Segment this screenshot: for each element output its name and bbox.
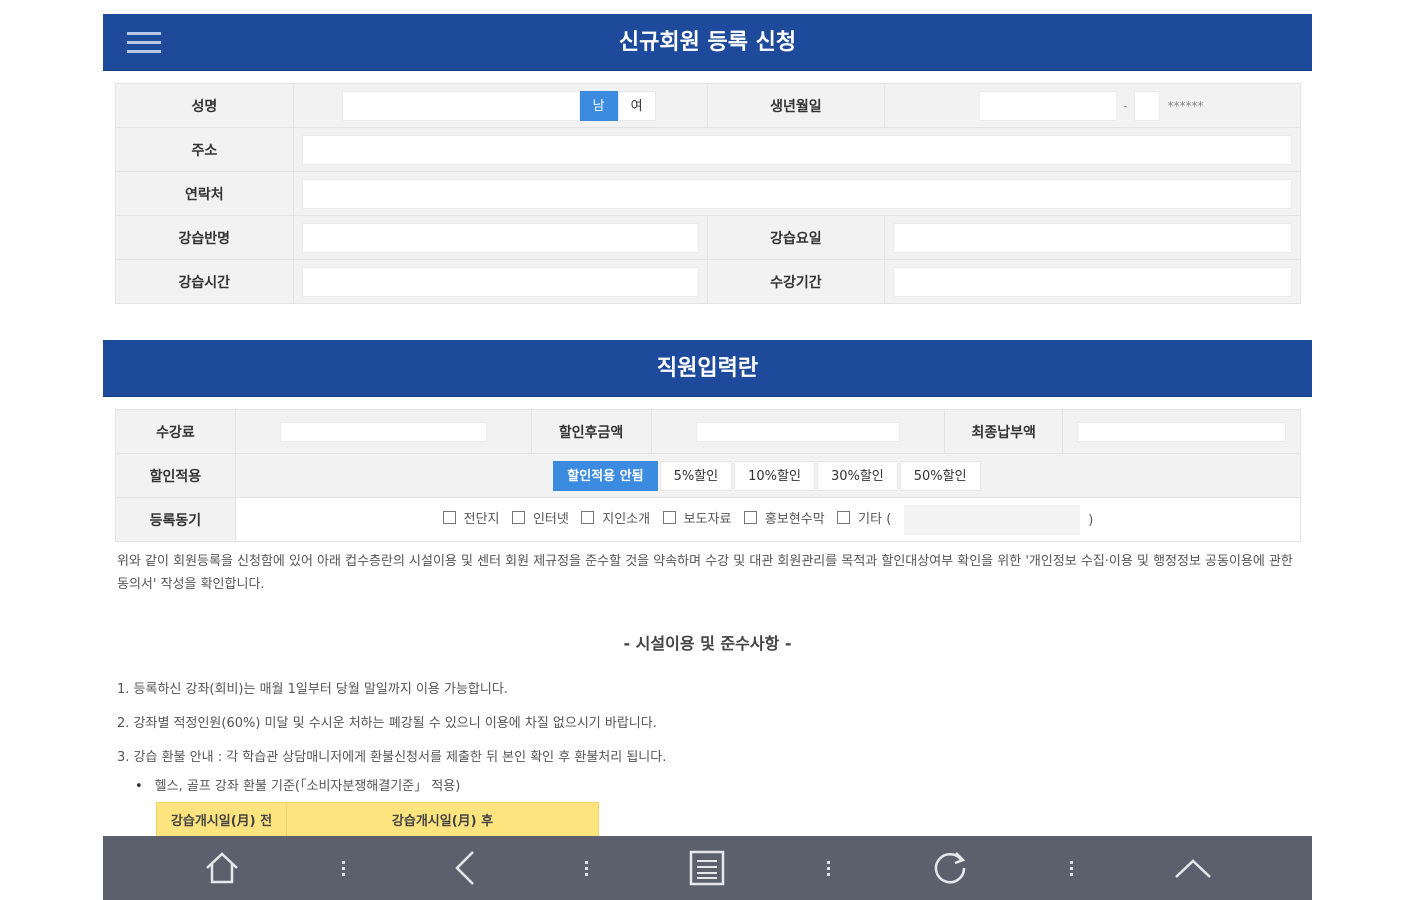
discount-50-button[interactable]: 50%할인 [899, 460, 981, 491]
refresh-icon [934, 852, 966, 884]
motive-other-input[interactable] [903, 504, 1080, 535]
motive-label: 등록동기 [115, 497, 236, 542]
staff-section-bar: 직원입력란 [103, 340, 1312, 397]
refund-after-header: 강습개시일(月) 후 [286, 802, 599, 837]
refresh-button[interactable] [831, 836, 1070, 900]
up-icon [1174, 859, 1211, 878]
checkbox-icon [442, 510, 456, 524]
time-label: 강습시간 [115, 259, 294, 304]
rule-item: 1. 등록하신 강좌(회비)는 매월 1일부터 당월 말일까지 이용 가능합니다… [117, 682, 508, 697]
course-label: 강습반명 [115, 215, 294, 260]
rules-section-title: - 시설이용 및 준수사항 - [623, 634, 792, 653]
gender-female-button[interactable]: 여 [617, 90, 656, 121]
discount-label: 할인적용 [115, 453, 236, 498]
staff-form: 수강료 할인후금액 최종납부액 할인적용 할인적용 안됨 5%할인 10%할인 30%… [115, 409, 1302, 542]
bottom-nav-bar [103, 836, 1312, 900]
checkbox-icon [581, 510, 595, 524]
final-label: 최종납부액 [944, 409, 1064, 454]
final-input[interactable] [1077, 421, 1286, 442]
refund-bullet: 헬스, 골프 강좌 환불 기준(「소비자분쟁해결기준」 적용) [135, 775, 461, 794]
page-frame: 신규회원 등록 신청 성명 남 여 생년월일 - ****** 주소 연락처 강… [103, 0, 1312, 900]
day-label: 강습요일 [706, 215, 886, 260]
motive-referral-checkbox[interactable]: 지인소개 [581, 508, 650, 527]
address-input[interactable] [301, 134, 1292, 165]
birth-label: 생년월일 [706, 83, 886, 128]
checkbox-icon [837, 510, 851, 524]
discount-none-button[interactable]: 할인적용 안됨 [553, 460, 658, 491]
address-label: 주소 [115, 127, 294, 172]
fee-label: 수강료 [115, 409, 236, 454]
motive-other-checkbox[interactable]: 기타 ( [837, 508, 891, 527]
hamburger-menu-icon[interactable] [127, 32, 161, 54]
checkbox-icon [743, 510, 757, 524]
page-title: 신규회원 등록 신청 [618, 30, 797, 55]
staff-section-title: 직원입력란 [656, 356, 759, 381]
birth-mask: ****** [1167, 98, 1204, 113]
motive-press-checkbox[interactable]: 보도자료 [662, 508, 731, 527]
refund-before-header: 강습개시일(月) 전 [156, 802, 287, 837]
birth-front-input[interactable] [979, 90, 1118, 121]
period-input[interactable] [893, 266, 1292, 297]
applicant-form: 성명 남 여 생년월일 - ****** 주소 연락처 강습반명 강습요일 강습… [115, 83, 1302, 304]
birth-separator: - [1123, 98, 1128, 113]
motive-flyer-checkbox[interactable]: 전단지 [442, 508, 500, 527]
document-icon [690, 850, 725, 886]
birth-back-input[interactable] [1133, 90, 1160, 121]
period-label: 수강기간 [706, 259, 886, 304]
discounted-label: 할인후금액 [530, 409, 652, 454]
motive-banner-checkbox[interactable]: 홍보현수막 [743, 508, 825, 527]
document-button[interactable] [588, 836, 827, 900]
notice-text: 위와 같이 회원등록을 신청함에 있어 아래 컵수층란의 시설이용 및 센터 회… [117, 554, 1293, 592]
refund-table: 강습개시일(月) 전 강습개시일(月) 후 [156, 802, 599, 837]
motive-internet-checkbox[interactable]: 인터넷 [511, 508, 569, 527]
time-input[interactable] [301, 266, 699, 297]
phone-label: 연락처 [115, 171, 294, 216]
discount-30-button[interactable]: 30%할인 [816, 460, 898, 491]
gender-male-button[interactable]: 남 [579, 90, 618, 121]
discount-10-button[interactable]: 10%할인 [734, 460, 815, 491]
discount-5-button[interactable]: 5%할인 [659, 460, 733, 491]
name-label: 성명 [115, 83, 294, 128]
scroll-up-button[interactable] [1073, 836, 1312, 900]
phone-input[interactable] [301, 178, 1292, 209]
discounted-input[interactable] [695, 421, 901, 442]
header-bar: 신규회원 등록 신청 [103, 14, 1312, 71]
fee-input[interactable] [279, 421, 487, 442]
back-icon [455, 851, 474, 885]
home-button[interactable] [103, 836, 342, 900]
name-input[interactable] [341, 90, 580, 121]
course-input[interactable] [301, 222, 699, 253]
back-button[interactable] [346, 836, 585, 900]
day-input[interactable] [893, 222, 1292, 253]
rule-item: 2. 강좌별 적정인원(60%) 미달 및 수시운 처하는 폐강될 수 있으니 … [117, 716, 657, 731]
rule-item: 3. 강습 환불 안내 : 각 학습관 상담매니저에게 환불신청서를 제출한 뒤… [117, 750, 667, 765]
checkbox-icon [662, 510, 676, 524]
checkbox-icon [511, 510, 525, 524]
home-icon [206, 852, 239, 884]
motive-other-close: ) [1088, 512, 1094, 528]
